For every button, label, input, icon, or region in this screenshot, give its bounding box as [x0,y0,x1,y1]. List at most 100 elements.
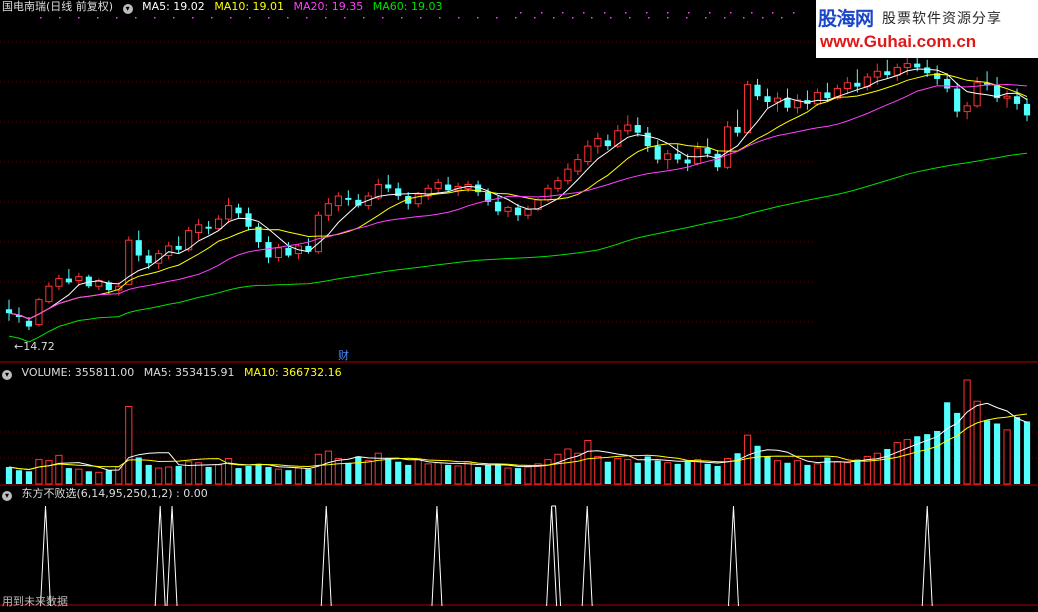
volume-bar-down [265,467,272,484]
volume-bar-up [504,467,512,485]
volume-bar-up [294,467,303,485]
volume-bar-down [1013,417,1021,484]
top-dot-mark [230,17,232,19]
chevron-down-icon[interactable]: ▾ [122,4,133,14]
logo-brand: 股海网 [818,8,874,30]
top-dot-mark [705,17,707,19]
candle-body-up [664,153,672,161]
candle-body-down [205,226,212,229]
volume-bar-down [494,463,502,484]
top-dot-mark [648,17,650,19]
volume-bar-up [973,400,981,485]
top-dot-mark [610,17,612,19]
top-dot-mark [534,17,536,19]
candle-body-down [924,67,931,74]
finance-badge[interactable]: 财 [338,347,349,363]
candle-body-down [135,240,142,256]
candle-body-down [1013,96,1021,104]
candle-body-down [684,159,691,164]
volume-bar-down [514,468,522,484]
volume-bar-up [694,459,702,485]
volume-bar-down [355,456,362,484]
volume-bar-up [534,463,542,485]
candle-body-down [265,242,272,258]
volume-bar-up [55,454,63,485]
volume-bar-down [654,460,661,484]
signal-spike [154,505,166,607]
volume-bar-down [644,456,651,484]
top-dot-mark [439,17,441,19]
signal-spike [921,505,933,607]
volume-bar-up [274,468,283,485]
top-dot-mark [772,12,774,14]
volume-bar-down [634,462,641,484]
volume-bar-up [574,452,582,485]
volume-bar-down [105,470,112,484]
candle-body-up [584,145,592,162]
candle-body-up [903,63,911,68]
volume-bar-up [843,462,851,485]
volume-bar-up [464,461,472,485]
candle-body-down [644,132,651,147]
top-dot-mark [135,17,137,19]
top-dot-mark [743,17,745,19]
candle-body-down [145,255,152,264]
top-dot-mark [325,17,327,19]
candle-body-up [324,203,332,216]
candle-body-up [873,70,881,78]
candle-body-up [55,278,63,287]
volume-bar-down [854,459,861,484]
candle-body-down [754,84,761,97]
volume-bar-up [165,466,173,485]
candle-body-down [704,148,711,154]
price-header: 国电南瑞(日线 前复权) ▾ MA5: 19.02 MA10: 19.01 MA… [2,0,448,14]
top-dot-mark [553,17,555,19]
top-dot-mark [709,12,711,14]
volume-bar-up [584,439,592,485]
candle-body-down [285,247,292,256]
volume-bar-up [833,461,841,485]
top-dot-mark [154,17,156,19]
candle-body-down [764,96,771,102]
top-dot-mark [724,17,726,19]
stock-name[interactable]: 国电南瑞(日线 前复权) [2,0,113,13]
candle-body-down [674,153,681,160]
candle-body-up [195,224,203,233]
volume-bar-up [364,460,372,485]
candle-body-up [314,214,322,253]
top-dot-mark [344,17,346,19]
volume-bar-up [1003,429,1011,485]
top-dot-mark [625,12,627,14]
volume-bar-down [395,461,402,484]
chevron-down-icon[interactable]: ▾ [2,491,12,501]
candle-body-down [445,184,452,191]
candle-body-up [214,218,223,230]
top-dot-mark [751,12,753,14]
volume-bar-up [95,471,103,485]
top-dot-mark [629,17,631,19]
top-dot-mark [686,17,688,19]
volume-bar-up [554,453,562,485]
candle-body-up [694,147,702,164]
ma20-readout: MA20: 19.35 [293,0,364,13]
chevron-down-icon[interactable]: ▾ [2,370,12,380]
volume-header: ▾ VOLUME: 355811.00 MA5: 353415.91 MA10:… [2,366,348,380]
volume-bar-down [944,402,951,484]
candle-body-down [514,207,522,216]
candle-body-up [624,124,632,132]
volume-bar-up [544,459,552,485]
ma60-readout: MA60: 19.03 [372,0,443,13]
volume-bar-down [175,465,182,484]
ma5-line [8,68,1028,320]
volume-bar-up [564,448,572,485]
volume-bar-down [884,448,891,484]
volume-bar-up [314,453,322,485]
volume-bar-down [804,464,811,484]
volume-bar-down [5,467,13,484]
candle-body-down [734,126,741,133]
volume-bar-down [474,467,482,484]
candle-body-down [944,78,951,89]
top-dot-mark [401,17,403,19]
top-dot-mark [562,12,564,14]
volume-bar-up [614,458,622,485]
